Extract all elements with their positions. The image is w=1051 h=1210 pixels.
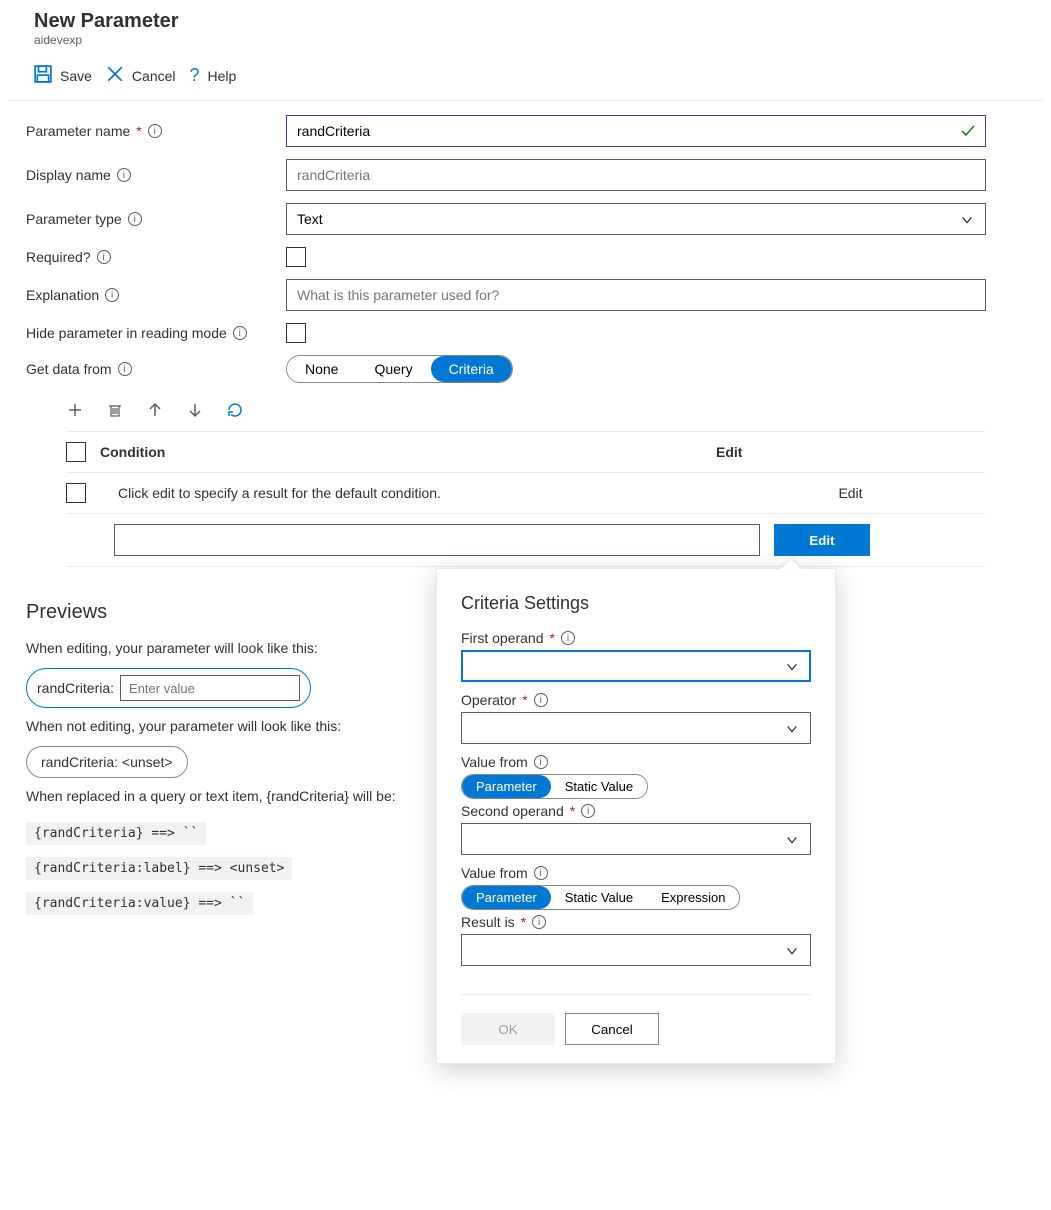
popup-title: Criteria Settings [461,593,811,614]
info-icon[interactable]: i [561,631,575,645]
required-asterisk: * [522,692,527,708]
vf2-expression[interactable]: Expression [647,886,739,909]
vf2-static[interactable]: Static Value [551,886,647,909]
vf1-parameter[interactable]: Parameter [462,775,551,798]
info-icon[interactable]: i [118,362,132,376]
edit-button[interactable]: Edit [774,524,870,556]
preview-code-1: {randCriteria} ==> `` [26,822,206,845]
result-is-label: Result is [461,914,515,930]
vf2-parameter[interactable]: Parameter [462,886,551,909]
preview-code-2: {randCriteria:label} ==> <unset> [26,857,292,880]
value-from-2-segmented: Parameter Static Value Expression [461,885,740,910]
param-type-label: Parameter type [26,211,122,227]
info-icon[interactable]: i [534,755,548,769]
panel-subtitle: aidevexp [34,33,1025,47]
info-icon[interactable]: i [128,212,142,226]
second-operand-select[interactable] [461,823,811,855]
move-down-icon[interactable] [186,401,204,419]
ok-button[interactable]: OK [461,1013,555,1045]
col-condition: Condition [100,444,165,460]
param-type-select[interactable] [286,203,986,235]
required-asterisk: * [549,630,554,646]
cancel-popup-button[interactable]: Cancel [565,1013,659,1045]
preview-unset-pill: randCriteria: <unset> [26,746,188,778]
hide-label: Hide parameter in reading mode [26,325,227,341]
first-operand-select[interactable] [461,650,811,682]
display-name-label: Display name [26,167,111,183]
info-icon[interactable]: i [233,326,247,340]
explanation-label: Explanation [26,287,99,303]
add-icon[interactable] [66,401,84,419]
get-data-label: Get data from [26,361,112,377]
vf1-static[interactable]: Static Value [551,775,647,798]
edit-link[interactable]: Edit [838,485,862,501]
cancel-button[interactable]: Cancel [106,65,176,86]
col-edit: Edit [716,444,985,460]
first-operand-label: First operand [461,630,543,646]
value-from-2-label: Value from [461,865,528,881]
info-icon[interactable]: i [534,693,548,707]
panel-title: New Parameter [34,10,1025,33]
info-icon[interactable]: i [534,866,548,880]
criteria-settings-popup: Criteria Settings First operand * i Oper… [436,568,836,1064]
operator-select[interactable] [461,712,811,744]
help-button[interactable]: ? Help [190,65,237,86]
save-button[interactable]: Save [34,65,92,86]
refresh-icon[interactable] [226,401,244,419]
hide-checkbox[interactable] [286,323,306,343]
info-icon[interactable]: i [532,915,546,929]
info-icon[interactable]: i [97,250,111,264]
seg-criteria[interactable]: Criteria [431,356,512,382]
preview-code-3: {randCriteria:value} ==> `` [26,892,253,915]
valid-check-icon [960,123,976,142]
delete-icon[interactable] [106,401,124,419]
result-is-select[interactable] [461,934,811,966]
required-asterisk: * [521,914,526,930]
param-name-label: Parameter name [26,123,130,139]
criteria-text-input[interactable] [114,524,760,556]
required-asterisk: * [136,123,141,139]
second-operand-label: Second operand [461,803,564,819]
move-up-icon[interactable] [146,401,164,419]
value-from-1-label: Value from [461,754,528,770]
get-data-segmented: None Query Criteria [286,355,513,383]
seg-query[interactable]: Query [356,356,430,382]
info-icon[interactable]: i [105,288,119,302]
save-icon [34,65,52,86]
preview-editing-pill: randCriteria: [26,668,311,708]
seg-none[interactable]: None [287,356,356,382]
required-checkbox[interactable] [286,247,306,267]
grid-row-checkbox[interactable] [66,483,86,503]
required-asterisk: * [570,803,575,819]
close-icon [106,65,124,86]
value-from-1-segmented: Parameter Static Value [461,774,648,799]
info-icon[interactable]: i [117,168,131,182]
param-name-input[interactable] [286,115,986,147]
info-icon[interactable]: i [581,804,595,818]
info-icon[interactable]: i [148,124,162,138]
required-label: Required? [26,249,91,265]
explanation-input[interactable] [286,279,986,311]
display-name-input[interactable] [286,159,986,191]
preview-pill-input[interactable] [120,675,300,701]
operator-label: Operator [461,692,516,708]
grid-select-all-checkbox[interactable] [66,442,86,462]
preview-pill-label: randCriteria: [37,680,114,696]
default-condition-text: Click edit to specify a result for the d… [118,485,441,501]
help-icon: ? [190,65,200,86]
